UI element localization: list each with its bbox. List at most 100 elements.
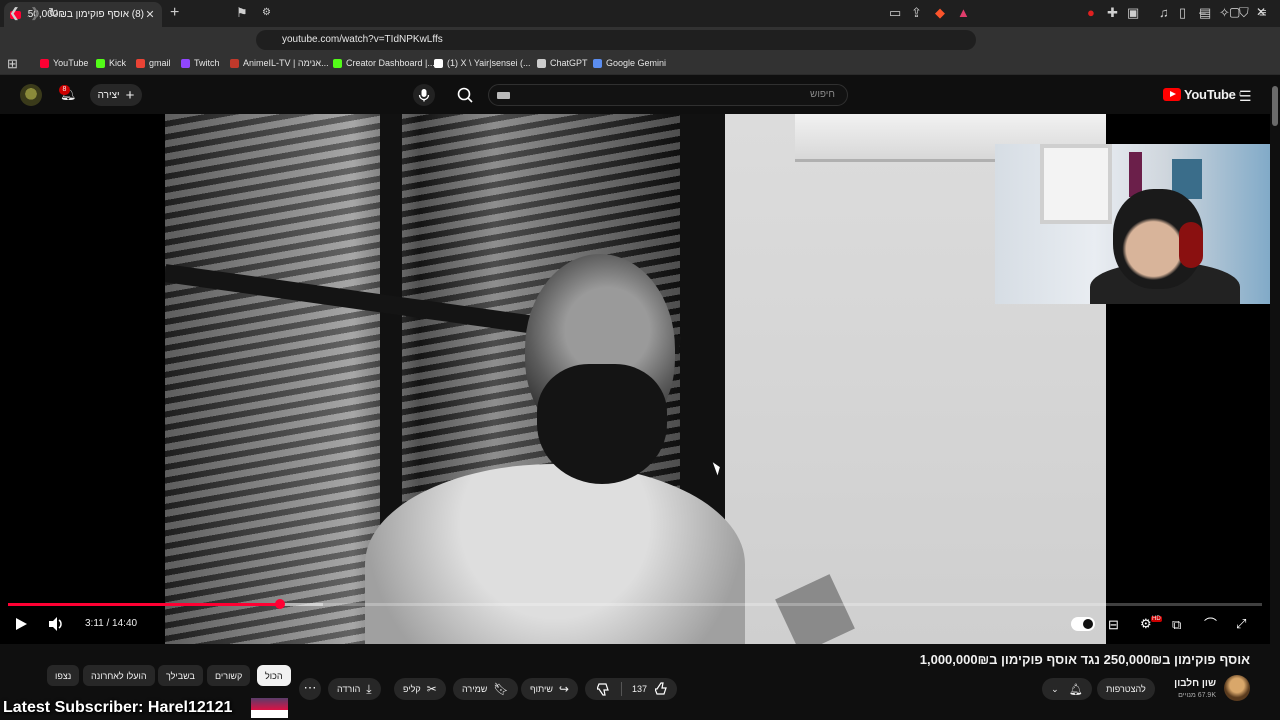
cast-icon[interactable]: ⌒ [1204,617,1217,633]
page-scrollbar[interactable] [1270,76,1280,720]
divider [621,682,622,696]
gemini-icon [593,58,602,68]
progress-played [8,603,281,606]
microphone-icon [418,89,430,102]
chip-related[interactable]: קשורים [207,665,251,686]
play-button[interactable] [14,616,28,636]
bookmark-save-icon: 🔖︎ [493,682,509,696]
download-button[interactable]: הורדה ⤓ [328,678,381,700]
browser-tab-active[interactable]: (8) אוסף פוקימון ב250,000₪ נגד ✕ [4,2,162,27]
extension-record-icon[interactable]: ● [1087,5,1095,21]
youtube-logo-text: YouTube [1184,87,1236,102]
guide-menu-icon[interactable]: ☰ [1239,88,1252,105]
share-page-icon[interactable]: ⇪ [911,5,922,21]
miniplayer-icon[interactable]: ⧉ [1172,617,1181,633]
dislike-button[interactable] [596,682,611,699]
bookmark-item[interactable]: Kick [96,58,126,68]
bookmark-item[interactable]: YouTube [40,58,88,68]
like-button[interactable] [654,682,669,698]
search-button[interactable] [455,86,483,104]
save-button[interactable]: שמירה 🔖︎ [453,678,518,700]
wallet-icon[interactable]: ▤ [1199,5,1211,21]
forward-arrow-icon[interactable]: ❯ [30,5,41,21]
keyboard-icon[interactable] [497,92,510,99]
channel-subscriber-count: 67.9K מנויים [1178,692,1216,699]
youtube-icon [40,58,49,68]
subscription-bell-button[interactable]: ⌄ 🔔︎ [1042,678,1092,700]
tab-title: (8) אוסף פוקימון ב250,000₪ נגד [27,9,144,20]
more-actions-icon[interactable]: ⋯ [299,678,321,700]
download-arrow-icon: ⤓ [366,681,372,696]
like-count[interactable]: 137 [632,684,647,694]
site-settings-icon[interactable]: ⚙ [262,5,271,21]
search-icon [457,87,473,103]
voice-search-button[interactable] [413,84,435,106]
bookmark-item[interactable]: ChatGPT [537,58,588,68]
bookmark-item[interactable]: Twitch [181,58,220,68]
reload-icon[interactable]: ↻ [48,5,59,21]
back-arrow-icon[interactable]: ❮ [9,5,20,21]
create-button[interactable]: יצירה + [90,84,142,106]
apps-grid-icon[interactable]: ⊞ [7,56,18,72]
bookmark-label: Twitch [194,58,220,68]
scissors-icon: ✂ [426,682,437,696]
extension-box-icon[interactable]: ▣ [1127,5,1139,21]
channel-name[interactable]: שון חלבון [1174,678,1216,689]
tab-close-icon[interactable]: ✕ [144,8,156,21]
download-label: הורדה [337,684,361,694]
plus-icon: + [125,86,135,104]
media-controls-icon[interactable]: ♫ [1159,5,1169,21]
autoplay-toggle[interactable] [1071,617,1095,631]
subtitles-icon[interactable]: ⊟ [1108,617,1119,633]
youtube-logo[interactable]: YouTube IL [1163,87,1242,102]
scrollbar-thumb[interactable] [1272,86,1278,126]
stream-overlay-latest-subscriber: Latest Subscriber: Harel12121 [3,699,233,716]
share-button[interactable]: שיתוף ↪ [521,678,578,700]
brave-shield-icon[interactable]: ◆ [935,5,945,21]
account-avatar[interactable] [20,84,42,106]
bookmark-label: (1) X \ Yair|sensei (... [447,58,531,68]
settings-gear-icon[interactable]: ⚙ [1140,616,1152,632]
sidebar-icon[interactable]: ▯ [1179,5,1186,21]
bookmark-icon[interactable]: ⚑ [236,5,248,21]
like-dislike-group: 137 [585,678,677,700]
volume-button[interactable] [48,616,66,636]
vpn-shield-icon[interactable]: ⛉ [1239,5,1249,21]
time-display: 3:11 / 14:40 [85,618,138,629]
chip-all[interactable]: הכול [257,665,291,686]
url-text[interactable]: youtube.com/watch?v=TIdNPKwLffs [282,34,443,45]
bookmark-item[interactable]: Google Gemini [593,58,666,68]
webcam-overlay [995,144,1280,304]
bookmark-label: Creator Dashboard |... [346,58,435,68]
browser-menu-icon[interactable]: ≡ [1259,5,1267,21]
chip-recently-uploaded[interactable]: הועלו לאחרונה [83,665,155,686]
clip-label: קליפ [403,684,421,694]
bookmark-item[interactable]: AnimeIL-TV | אנימה... [230,58,329,68]
leo-ai-icon[interactable]: ✧ [1219,5,1230,21]
bookmark-label: Kick [109,58,127,68]
chip-watched[interactable]: נצפו [47,665,80,686]
recommended-video-thumbnail[interactable] [251,698,288,718]
new-tab-button[interactable]: + [170,4,179,22]
extensions-puzzle-icon[interactable]: ✚ [1107,5,1118,21]
volume-icon [49,617,62,631]
channel-avatar[interactable] [1224,675,1250,701]
bookmark-item[interactable]: (1) X \ Yair|sensei (... [434,58,531,68]
clip-button[interactable]: קליפ ✂ [394,678,446,700]
join-button[interactable]: להצטרפות [1097,678,1155,700]
person-beard-decor [537,364,667,484]
video-frame[interactable] [165,114,1106,644]
notification-count-badge: 8 [59,85,70,95]
search-input[interactable]: חיפוש [488,84,848,106]
brave-rewards-icon[interactable]: ▲ [957,5,970,21]
bookmark-item[interactable]: gmail [136,58,171,68]
kick-icon [333,58,342,68]
chip-for-you[interactable]: בשבילך [158,665,203,686]
install-app-icon[interactable]: ▭ [889,5,901,21]
video-title: אוסף פוקימון ב250,000₪ נגד אוסף פוקימון … [919,652,1250,667]
play-icon [16,618,27,630]
fullscreen-icon[interactable]: ⤢ [1236,616,1246,632]
screen: (8) אוסף פוקימון ב250,000₪ נגד ✕ + – ▢ ✕… [0,0,1280,720]
share-arrow-icon: ↪ [558,682,569,696]
bookmark-item[interactable]: Creator Dashboard |... [333,58,435,68]
